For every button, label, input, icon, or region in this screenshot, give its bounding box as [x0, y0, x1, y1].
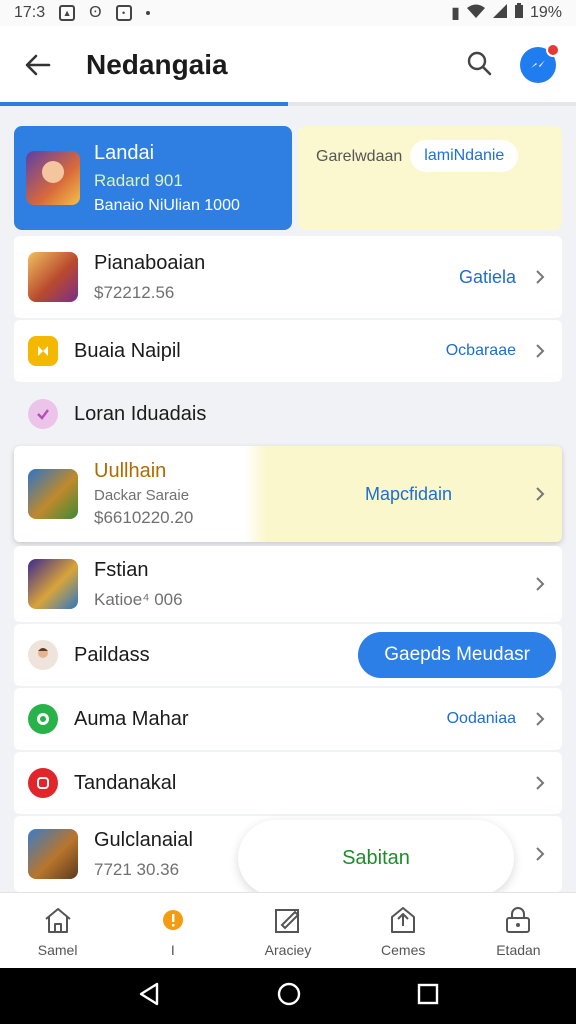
bottom-navigation: Samel I Araciey Cemes Etadan [0, 892, 576, 968]
upload-icon [387, 904, 419, 936]
item-price: $6610220.20 [94, 508, 194, 527]
battery-percent: 19% [529, 4, 562, 21]
wifi-icon [466, 3, 486, 24]
item-name: Fstian [94, 558, 149, 581]
messenger-icon[interactable] [520, 43, 560, 83]
sync-notification-icon: ʘ [89, 4, 102, 21]
system-back-icon[interactable] [137, 981, 161, 1012]
edit-icon [272, 904, 304, 936]
item-detail: Katioe⁴ 006 [94, 589, 183, 609]
chevron-right-icon[interactable] [532, 846, 548, 862]
promo-detail: Banaio NiUlian 1000 [94, 196, 240, 214]
list-item[interactable]: Auma Mahar Oodaniaa [14, 688, 562, 750]
item-name: Auma Mahar [74, 707, 189, 730]
item-primary-button[interactable]: Gaepds Meudasr [358, 632, 556, 678]
promo-secondary-label: Garelwdaan [316, 148, 403, 165]
avatar [28, 640, 58, 670]
vibrate-icon: ▮ [451, 5, 460, 22]
item-name: Loran Iduadais [74, 402, 207, 425]
nav-item-games[interactable]: Cemes [346, 893, 461, 968]
chevron-right-icon[interactable] [532, 711, 548, 727]
item-name: Buaia Naipil [74, 339, 181, 362]
notification-badge [546, 43, 560, 57]
system-home-icon[interactable] [276, 981, 302, 1012]
floating-action-button[interactable]: Sabitan [238, 820, 514, 896]
item-name: Gulclanaial [94, 828, 193, 851]
nav-item-activity[interactable]: Araciey [230, 893, 345, 968]
game-thumbnail [28, 829, 78, 879]
game-thumbnail [26, 151, 80, 205]
back-arrow-icon[interactable] [20, 47, 56, 83]
promo-secondary-button[interactable]: lamiNdanie [410, 140, 519, 172]
nav-label: Samel [37, 941, 78, 958]
status-bar: 17:3 ▲ ʘ • ▮ 19% [0, 0, 576, 26]
list-item[interactable]: Fstian Katioe⁴ 006 [14, 546, 562, 622]
item-action-link[interactable]: Oodaniaa [447, 710, 516, 728]
nav-item-alerts[interactable]: I [115, 893, 230, 968]
lock-icon [502, 904, 534, 936]
item-price: 7721 30.36 [94, 859, 180, 879]
check-icon [28, 399, 58, 429]
item-price: $72212.56 [94, 282, 175, 302]
signal-icon [492, 3, 508, 24]
nav-label: Araciey [264, 941, 312, 958]
promo-card-secondary[interactable]: Garelwdaan lamiNdanie [298, 126, 562, 230]
game-thumbnail [28, 252, 78, 302]
item-action-link[interactable]: Mapcfidain [365, 484, 452, 505]
chat-icon [28, 704, 58, 734]
item-name: Tandanakal [74, 771, 177, 794]
nav-label: Cemes [381, 941, 426, 958]
list-item[interactable]: Tandanakal [14, 752, 562, 814]
app-bar: Nedangaia [0, 26, 576, 104]
nav-item-account[interactable]: Etadan [461, 893, 576, 968]
battery-icon [514, 2, 524, 24]
nav-item-home[interactable]: Samel [0, 893, 115, 968]
search-icon[interactable] [466, 50, 492, 81]
item-name: Pianaboaian [94, 251, 206, 274]
list-item[interactable]: Loran Iduadais [14, 384, 562, 444]
promo-card-featured[interactable]: Landai Radard 901 Banaio NiUlian 1000 [14, 126, 292, 230]
nav-label: I [170, 941, 175, 958]
page-title: Nedangaia [86, 49, 228, 80]
list-item[interactable]: Pianaboaian $72212.56 Gatiela [14, 236, 562, 318]
item-action-link[interactable]: Gatiela [459, 267, 516, 288]
promo-title: Landai [94, 141, 155, 164]
red-app-icon [28, 768, 58, 798]
item-category: Dackar Saraie [94, 487, 190, 504]
chevron-right-icon[interactable] [532, 576, 548, 592]
chevron-right-icon[interactable] [532, 775, 548, 791]
item-name: Paildass [74, 643, 150, 666]
tab-indicator [0, 102, 576, 106]
game-thumbnail [28, 559, 78, 609]
system-navigation-bar [0, 968, 576, 1024]
nav-label: Etadan [496, 941, 541, 958]
more-notifications-icon [145, 11, 150, 15]
chevron-right-icon[interactable] [532, 269, 548, 285]
list-item[interactable]: Buaia Naipil Ocbaraae [14, 320, 562, 382]
game-thumbnail [28, 469, 78, 519]
app-notification-icon: • [115, 5, 132, 21]
list-item[interactable]: Paildass Gaepds Meudasr [14, 624, 562, 686]
chevron-right-icon[interactable] [532, 343, 548, 359]
yellow-app-icon [28, 336, 58, 366]
home-icon [42, 904, 74, 936]
promo-row: Landai Radard 901 Banaio NiUlian 1000 Ga… [14, 126, 562, 230]
item-name: Uullhain [94, 460, 167, 482]
chevron-right-icon[interactable] [532, 486, 548, 502]
promo-subtitle: Radard 901 [94, 170, 183, 190]
list-item-featured[interactable]: Uullhain Dackar Saraie $6610220.20 Mapcf… [14, 446, 562, 542]
photo-notification-icon: ▲ [59, 5, 76, 21]
system-recents-icon[interactable] [417, 983, 439, 1010]
item-action-link[interactable]: Ocbaraae [446, 342, 516, 360]
status-time: 17:3 [14, 4, 46, 21]
alert-icon [157, 904, 189, 936]
